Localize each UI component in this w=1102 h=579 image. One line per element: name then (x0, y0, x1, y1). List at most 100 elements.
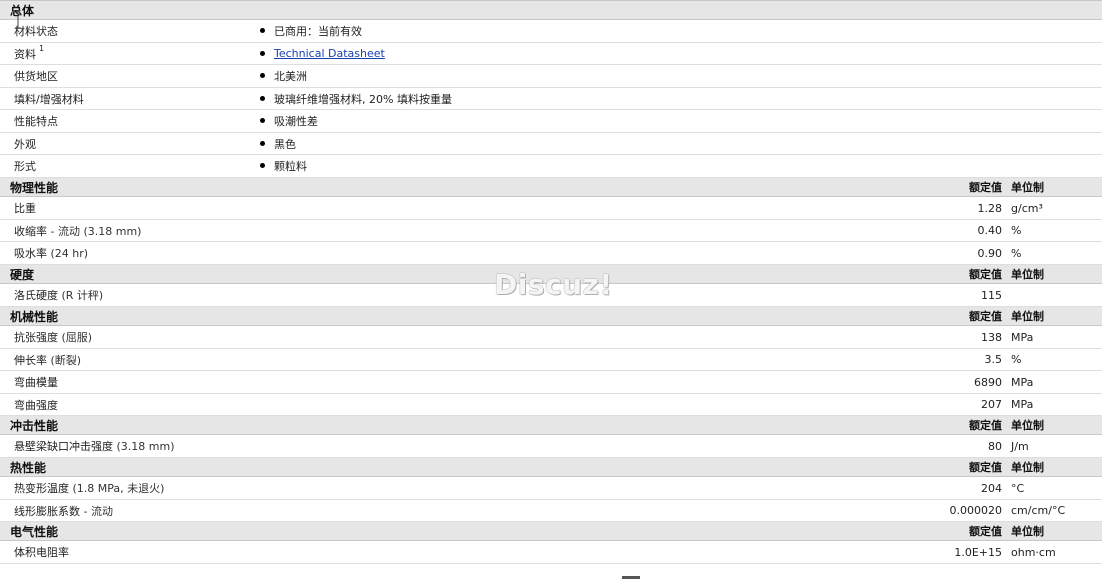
property-label-cell: 供货地区 (0, 64, 258, 88)
property-label-cell: 线形膨胀系数 - 流动 (0, 499, 258, 522)
property-label-cell: 洛氏硬度 (R 计秤) (0, 283, 258, 307)
bullet-icon (260, 118, 265, 123)
spacer-cell (258, 370, 758, 394)
bullet-icon (260, 163, 265, 168)
property-value: 吸潮性差 (274, 115, 318, 128)
unit-cell: J/m (1008, 434, 1102, 458)
property-label: 线形膨胀系数 (14, 504, 80, 518)
unit-cell (1008, 283, 1102, 307)
unit-value: % (1011, 246, 1022, 260)
general-value-cell: 已商用：当前有效 (258, 19, 1102, 43)
test-condition: (屈服) (58, 331, 93, 344)
spacer-cell (258, 196, 758, 220)
unit-header: 单位制 (1011, 181, 1044, 194)
nominal-value: 80 (758, 434, 1008, 458)
property-row: 填料/增强材料 玻璃纤维增强材料, 20% 填料按重量 (0, 87, 1102, 110)
unit-value: °C (1011, 481, 1025, 495)
section-header-physical: 物理性能额定值单位制测试方法 (0, 177, 1102, 197)
property-label-cell: 比重 (0, 196, 258, 220)
property-label-cell: 填料/增强材料 (0, 87, 258, 110)
bullet-icon (260, 95, 265, 101)
property-label: 填料/增强材料 (14, 92, 84, 106)
spacer-cell (258, 348, 758, 371)
spacer-cell (258, 415, 758, 435)
property-label: 抗张强度 (14, 331, 58, 344)
property-label: 伸长率 (14, 353, 47, 367)
property-label: 材料状态 (14, 25, 58, 38)
unit-value: % (1011, 353, 1022, 366)
unit-header: 单位制 (1011, 525, 1044, 538)
unit-header: 单位制 (1011, 461, 1044, 474)
property-row: 外观 黑色 (0, 132, 1102, 155)
header-fill (258, 0, 1102, 20)
unit-cell: % (1008, 348, 1102, 371)
property-label: 收缩率 (14, 224, 47, 238)
property-label-cell: 收缩率 - 流动 (3.18 mm) (0, 219, 258, 242)
nominal-header: 额定值 (758, 306, 1008, 326)
property-label: 比重 (14, 202, 36, 215)
general-value-cell: 颗粒料 (258, 154, 1102, 178)
general-value-cell: 吸潮性差 (258, 109, 1102, 133)
property-label-cell: 外观 (0, 132, 258, 155)
property-label: 洛氏硬度 (14, 289, 58, 302)
section-title: 冲击性能 (0, 415, 258, 435)
nominal-value: 0.90 (758, 241, 1008, 265)
property-label: 体积电阻率 (14, 546, 69, 559)
unit-header-cell: 单位制 (1008, 306, 1102, 326)
property-row: 悬壁梁缺口冲击强度 (3.18 mm)80J/mASTM D256 (0, 434, 1102, 458)
test-condition: (1.8 MPa, 未退火) (69, 482, 165, 495)
property-label: 性能特点 (14, 115, 58, 128)
property-label: 外观 (14, 137, 36, 151)
spacer-cell (258, 306, 758, 326)
test-condition: - 流动 (80, 504, 113, 518)
unit-value: MPa (1011, 375, 1034, 389)
test-condition: (R 计秤) (58, 289, 104, 302)
nominal-value: 3.5 (758, 348, 1008, 371)
property-label-cell: 性能特点 (0, 109, 258, 133)
nominal-value: 207 (758, 393, 1008, 416)
nominal-header: 额定值 (758, 415, 1008, 435)
property-label: 供货地区 (14, 70, 58, 83)
unit-header-cell: 单位制 (1008, 457, 1102, 477)
general-value-cell: 玻璃纤维增强材料, 20% 填料按重量 (258, 87, 1102, 110)
property-row: 资料 1 Technical Datasheet (0, 42, 1102, 65)
property-row: 体积电阻率1.0E+15ohm·cmASTM D257 (0, 540, 1102, 564)
section-title: 物理性能 (0, 177, 258, 197)
unit-value: g/cm³ (1011, 201, 1043, 215)
property-label-cell: 抗张强度 (屈服) (0, 325, 258, 349)
property-label-cell: 形式 (0, 154, 258, 178)
section-title: 硬度 (0, 264, 258, 284)
test-condition: (3.18 mm) (113, 440, 175, 453)
property-row: 抗张强度 (屈服)138MPaASTM D638 (0, 325, 1102, 349)
property-label: 弯曲模量 (14, 376, 58, 389)
unit-value: ohm·cm (1011, 545, 1056, 559)
section-header-thermal: 热性能额定值单位制测试方法 (0, 457, 1102, 477)
property-label-cell: 弯曲强度 (0, 393, 258, 416)
unit-cell: MPa (1008, 393, 1102, 416)
spacer-cell (258, 325, 758, 349)
property-label-cell: 吸水率 (24 hr) (0, 241, 258, 265)
property-value: 黑色 (274, 137, 296, 151)
unit-value: MPa (1011, 330, 1034, 344)
spacer-cell (258, 241, 758, 265)
spacer-cell (258, 393, 758, 416)
unit-cell: MPa (1008, 325, 1102, 349)
unit-value: cm/cm/°C (1011, 504, 1066, 517)
test-condition: - 流动 (3.18 mm) (47, 224, 142, 238)
property-row: 比重1.28g/cm³ASTM D792 (0, 196, 1102, 220)
nominal-header: 额定值 (758, 457, 1008, 477)
unit-header: 单位制 (1011, 268, 1044, 281)
unit-header: 单位制 (1011, 419, 1044, 432)
test-condition: (断裂) (47, 353, 82, 367)
spacer-cell (258, 499, 758, 522)
bullet-icon (260, 50, 265, 56)
unit-cell: ohm·cm (1008, 540, 1102, 564)
property-value: 玻璃纤维增强材料, 20% 填料按重量 (274, 92, 452, 106)
datasheet-link[interactable]: Technical Datasheet (274, 47, 385, 60)
unit-header-cell: 单位制 (1008, 177, 1102, 197)
section-header-general: 总体 (0, 0, 1102, 20)
property-label: 悬壁梁缺口冲击强度 (14, 440, 113, 453)
section-header-electrical: 电气性能额定值单位制测试方法 (0, 521, 1102, 541)
bullet-icon (260, 140, 265, 146)
section-header-mechanical: 机械性能额定值单位制测试方法 (0, 306, 1102, 326)
